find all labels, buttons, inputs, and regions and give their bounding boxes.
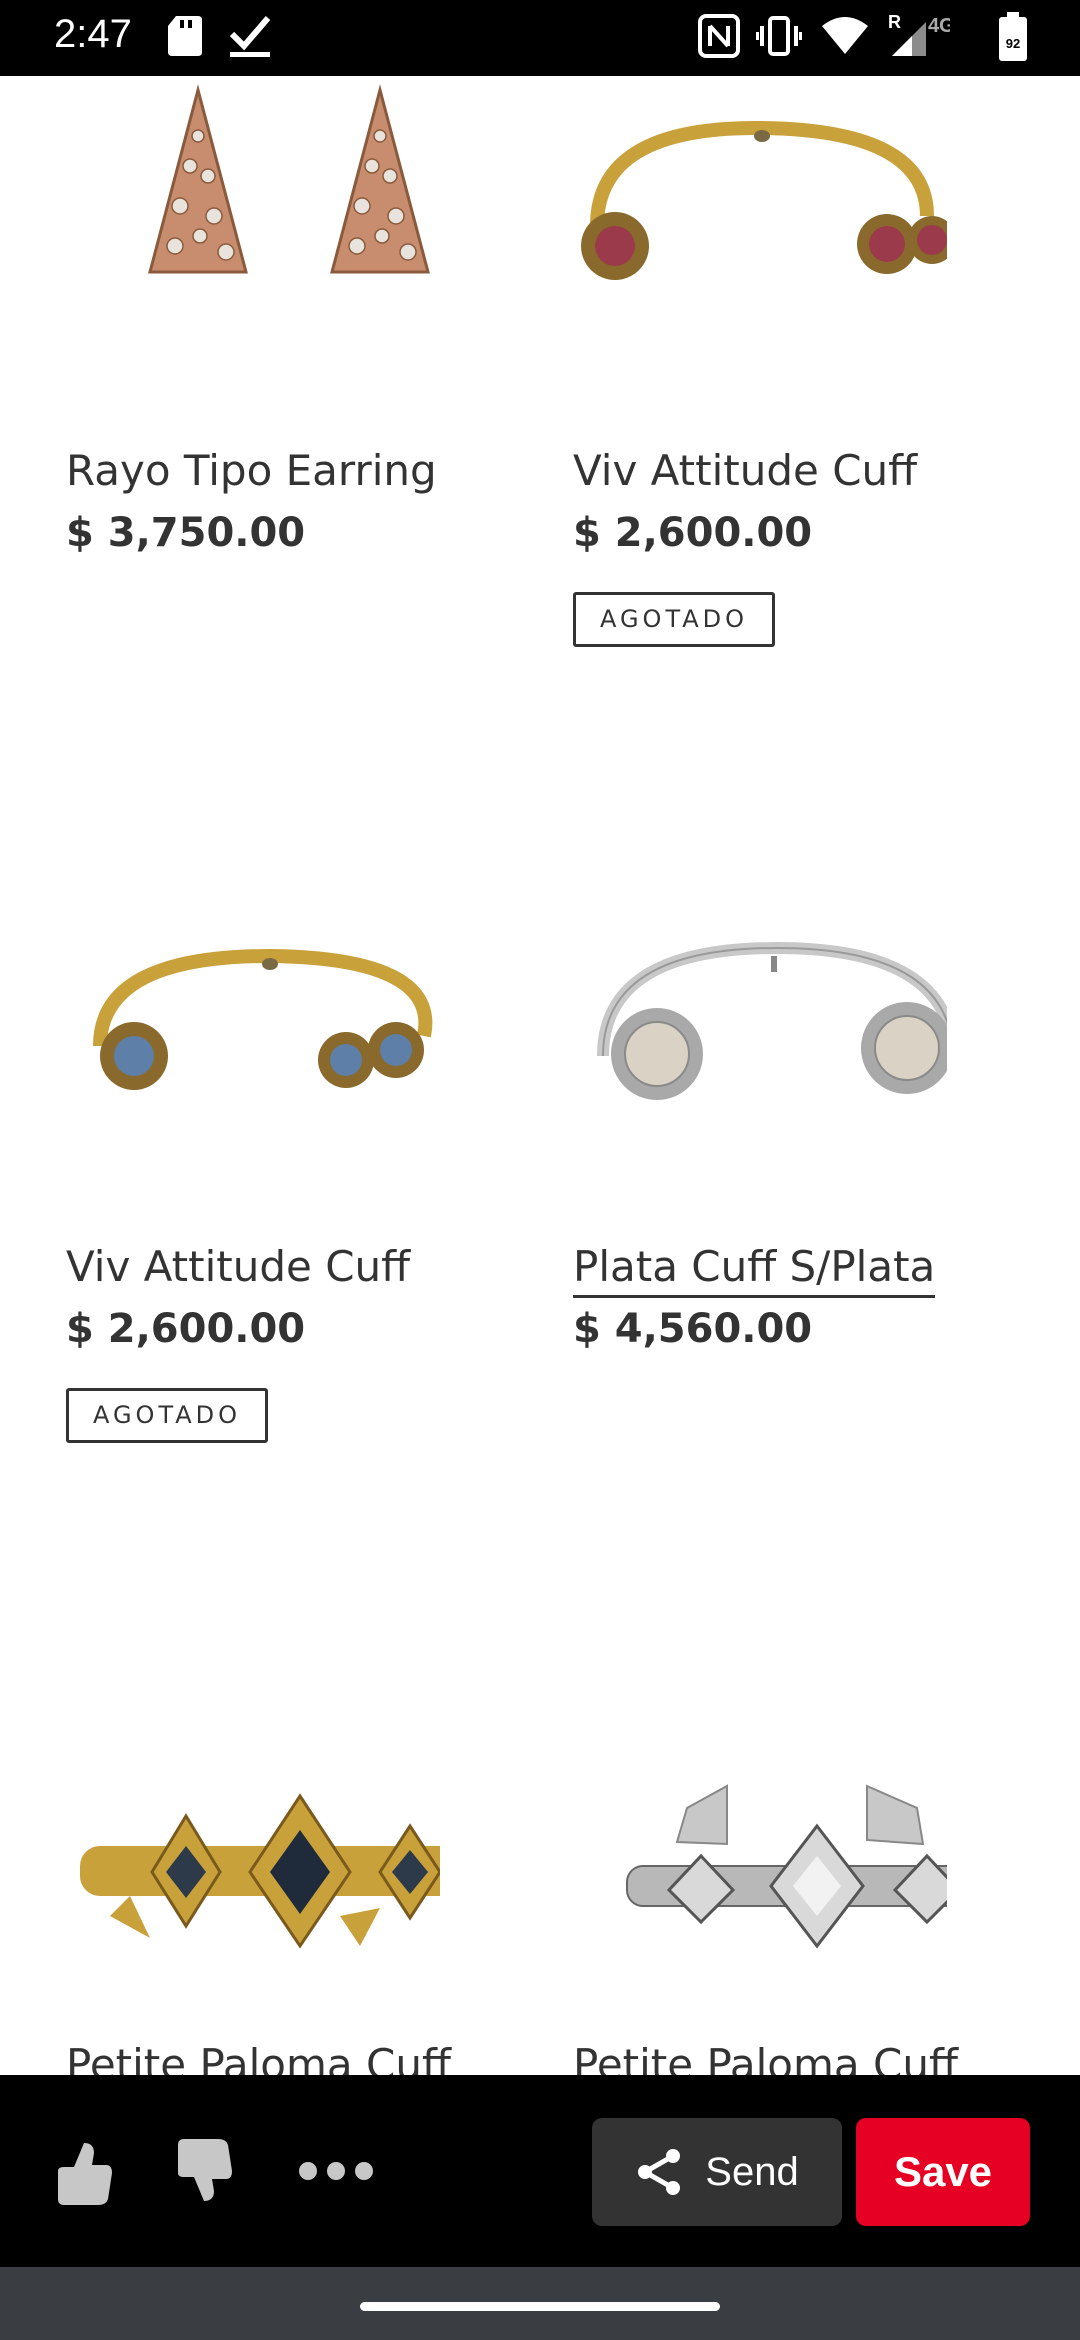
- product-title[interactable]: Viv Attitude Cuff: [66, 1242, 410, 1291]
- save-button[interactable]: Save: [856, 2118, 1030, 2226]
- product-image[interactable]: [507, 76, 947, 416]
- svg-text:92: 92: [1006, 36, 1020, 51]
- product-grid: Rayo Tipo Earring $ 3,750.00 Viv Attitud…: [0, 76, 1080, 2075]
- svg-text:4G: 4G: [928, 15, 950, 37]
- product-price: $ 3,750.00: [66, 510, 306, 556]
- thumbs-up-icon[interactable]: [54, 2139, 114, 2207]
- wifi-icon: [822, 17, 868, 54]
- save-label: Save: [893, 2148, 993, 2195]
- product-title[interactable]: Viv Attitude Cuff: [573, 446, 917, 495]
- product-image[interactable]: [0, 1676, 440, 2016]
- action-bar: Send Save: [0, 2075, 1080, 2267]
- product-price: $ 2,600.00: [573, 510, 813, 556]
- product-title[interactable]: Plata Cuff S/Plata: [573, 1242, 936, 1298]
- product-image[interactable]: [507, 876, 947, 1216]
- share-icon: [638, 2149, 681, 2195]
- svg-text:R: R: [888, 12, 901, 32]
- signal-icon: R 4G: [888, 12, 950, 56]
- product-image[interactable]: [507, 1676, 947, 2016]
- product-price: $ 4,560.00: [573, 1306, 813, 1352]
- battery-icon: 92: [999, 12, 1027, 61]
- thumbs-down-icon[interactable]: [174, 2137, 234, 2205]
- check-icon: [229, 16, 271, 57]
- navigation-bar: [0, 2267, 1080, 2340]
- nfc-icon: [698, 14, 740, 58]
- product-title[interactable]: Rayo Tipo Earring: [66, 446, 437, 495]
- send-button[interactable]: Send: [592, 2118, 842, 2226]
- sold-out-badge: AGOTADO: [573, 592, 775, 647]
- vibrate-icon: [756, 16, 802, 56]
- more-icon[interactable]: [298, 2159, 374, 2183]
- home-indicator[interactable]: [360, 2302, 720, 2311]
- product-price: $ 2,600.00: [66, 1306, 306, 1352]
- product-image[interactable]: [0, 76, 440, 416]
- product-title[interactable]: Petite Paloma Cuff: [66, 2040, 451, 2075]
- status-time: 2:47: [54, 12, 132, 56]
- send-label: Send: [705, 2149, 799, 2194]
- sd-card-icon: [168, 16, 202, 56]
- status-bar: 2:47 R 4G 92: [0, 0, 1080, 76]
- product-image[interactable]: [0, 876, 440, 1216]
- product-title[interactable]: Petite Paloma Cuff: [573, 2040, 958, 2075]
- sold-out-badge: AGOTADO: [66, 1388, 268, 1443]
